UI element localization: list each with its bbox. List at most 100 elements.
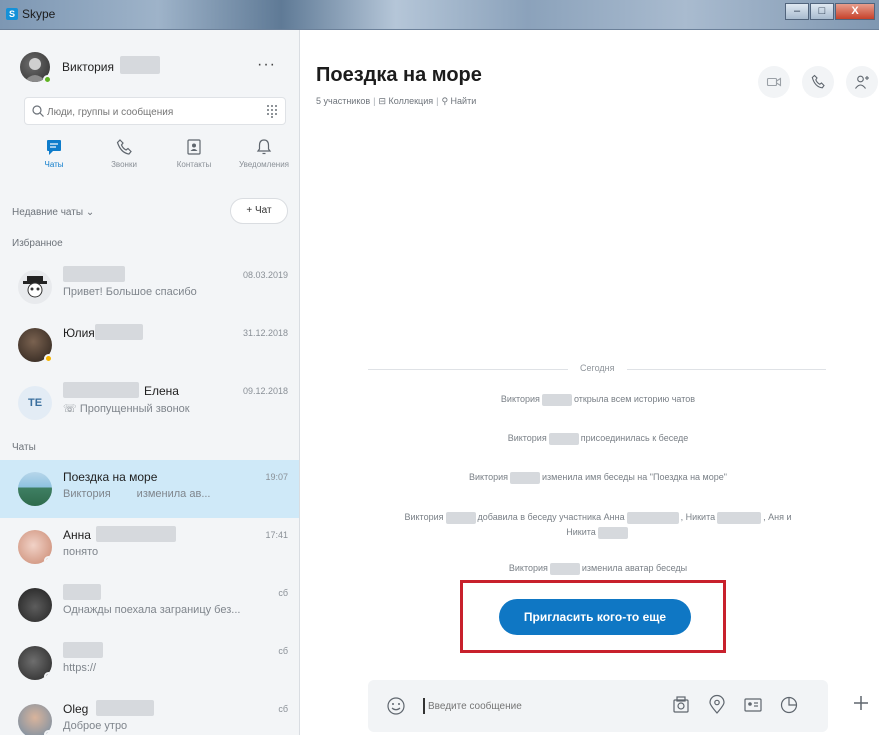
- list-item[interactable]: Oleg Доброе утро сб: [0, 692, 299, 735]
- poll-chart-icon[interactable]: [778, 694, 800, 716]
- video-camera-icon: [766, 77, 782, 87]
- close-button[interactable]: X: [835, 3, 875, 20]
- message-composer: [368, 680, 828, 732]
- chat-name: Елена: [144, 384, 179, 398]
- text-caret: [423, 698, 425, 714]
- location-pin-icon[interactable]: [706, 694, 728, 716]
- chat-preview: понято: [63, 546, 99, 558]
- gallery-icon: ⊟: [378, 96, 389, 106]
- add-person-icon: [855, 75, 869, 89]
- system-message: Виктория присоединилась к беседе: [507, 432, 689, 445]
- tab-chats[interactable]: Чаты: [24, 138, 84, 182]
- list-item-selected[interactable]: Поездка на море Виктория изменила ав... 1…: [0, 460, 299, 518]
- redacted-text: [63, 382, 139, 398]
- contact-card-icon[interactable]: [742, 694, 764, 716]
- chat-preview: Виктория изменила ав...: [63, 488, 211, 500]
- find-link[interactable]: Найти: [451, 96, 477, 106]
- conversation-meta: 5 участников | ⊟ Коллекция | ⚲ Найти: [316, 96, 477, 106]
- recent-chats-dropdown[interactable]: Недавние чаты ⌄: [12, 207, 94, 218]
- list-item[interactable]: Однажды поехала заграницу без... сб: [0, 576, 299, 634]
- plus-icon[interactable]: [848, 690, 874, 716]
- audio-call-button[interactable]: [802, 66, 834, 98]
- emoji-icon[interactable]: [386, 696, 406, 716]
- redacted-text: [95, 324, 143, 340]
- tab-label: Контакты: [176, 160, 212, 169]
- main-nav: Чаты Звонки Контакты Уведомления: [24, 138, 294, 182]
- more-options-button[interactable]: ···: [257, 56, 276, 74]
- participants-link[interactable]: 5 участников: [316, 96, 370, 106]
- window-title: Skype: [22, 7, 56, 21]
- tab-label: Уведомления: [238, 160, 290, 169]
- search-icon: ⚲: [441, 96, 451, 106]
- video-call-button[interactable]: [758, 66, 790, 98]
- list-item[interactable]: Анна понято 17:41: [0, 518, 299, 576]
- tab-calls[interactable]: Звонки: [94, 138, 154, 182]
- sidebar: Виктория ··· Чаты Звонки Контакты Уведом…: [0, 30, 300, 735]
- day-label: Сегодня: [568, 363, 627, 373]
- add-participant-button[interactable]: [846, 66, 878, 98]
- chat-time: сб: [278, 704, 288, 714]
- chat-name: Юлия: [63, 326, 95, 340]
- contacts-icon: [187, 139, 201, 155]
- search-input[interactable]: [47, 102, 247, 122]
- chat-name: Поездка на море: [63, 470, 158, 484]
- new-chat-button[interactable]: + Чат: [230, 198, 288, 224]
- avatar: [18, 270, 52, 304]
- favorites-heading: Избранное: [12, 238, 63, 249]
- image-upload-icon[interactable]: [670, 694, 692, 716]
- phone-icon: [811, 74, 825, 89]
- list-item[interactable]: Привет! Большое спасибо 08.03.2019: [0, 258, 299, 316]
- list-item[interactable]: Юлия 31.12.2018: [0, 316, 299, 374]
- redacted-text: [96, 526, 176, 542]
- bell-icon: [256, 139, 272, 155]
- search-icon: [32, 105, 44, 117]
- chat-time: 09.12.2018: [242, 386, 288, 396]
- chat-preview: Однажды поехала заграницу без...: [63, 604, 241, 616]
- invite-more-button[interactable]: Пригласить кого-то еще: [499, 599, 691, 635]
- system-message: Виктория изменила аватар беседы: [508, 562, 688, 575]
- chat-preview: Доброе утро: [63, 720, 128, 732]
- presence-online-icon: [43, 75, 52, 84]
- chat-time: 08.03.2019: [242, 270, 288, 280]
- chat-icon: [47, 140, 61, 155]
- dialpad-icon[interactable]: [265, 104, 279, 118]
- tab-label: Звонки: [111, 160, 137, 169]
- redacted-text: [120, 56, 160, 74]
- gallery-link[interactable]: Коллекция: [389, 96, 434, 106]
- missed-call-icon: ☏: [63, 403, 80, 415]
- profile-name: Виктория: [62, 60, 115, 74]
- profile-header[interactable]: Виктория ···: [12, 44, 292, 88]
- system-message: Виктория открыла всем историю чатов: [500, 393, 696, 406]
- chat-time: сб: [278, 646, 288, 656]
- window-controls: – □ X: [784, 3, 875, 20]
- highlight-frame: Пригласить кого-то еще: [460, 580, 726, 653]
- day-divider: Сегодня: [368, 363, 826, 377]
- chat-preview: Привет! Большое спасибо: [63, 286, 197, 298]
- message-input[interactable]: [428, 694, 628, 718]
- skype-logo-icon: S: [6, 8, 18, 20]
- tab-label: Чаты: [44, 160, 64, 169]
- conversation-pane: Поездка на море 5 участников | ⊟ Коллекция…: [300, 30, 879, 735]
- avatar: [18, 472, 52, 506]
- chat-preview: ☏ Пропущенный звонок: [63, 403, 190, 415]
- system-message: Виктория добавила в беседу участника Анна…: [404, 511, 792, 539]
- maximize-button[interactable]: □: [810, 3, 834, 20]
- presence-online-icon: [44, 672, 53, 681]
- chat-name: Oleg: [63, 702, 89, 716]
- chat-time: сб: [278, 588, 288, 598]
- tab-notifications[interactable]: Уведомления: [234, 138, 294, 182]
- chat-time: 17:41: [265, 530, 288, 540]
- system-message: Виктория изменила имя беседы на "Поездка …: [469, 471, 727, 484]
- list-item[interactable]: https:// сб: [0, 634, 299, 692]
- chat-time: 19:07: [265, 472, 288, 482]
- search-box[interactable]: [24, 97, 286, 125]
- tab-contacts[interactable]: Контакты: [164, 138, 224, 182]
- presence-away-icon: [44, 354, 53, 363]
- phone-icon: [116, 139, 132, 155]
- avatar-initials: TE: [18, 386, 52, 420]
- list-item[interactable]: TE Елена ☏ Пропущенный звонок 09.12.2018: [0, 374, 299, 432]
- recent-chats-header: Недавние чаты ⌄ + Чат: [0, 198, 299, 228]
- conversation-title[interactable]: Поездка на море: [316, 64, 482, 87]
- redacted-text: [63, 642, 103, 658]
- minimize-button[interactable]: –: [785, 3, 809, 20]
